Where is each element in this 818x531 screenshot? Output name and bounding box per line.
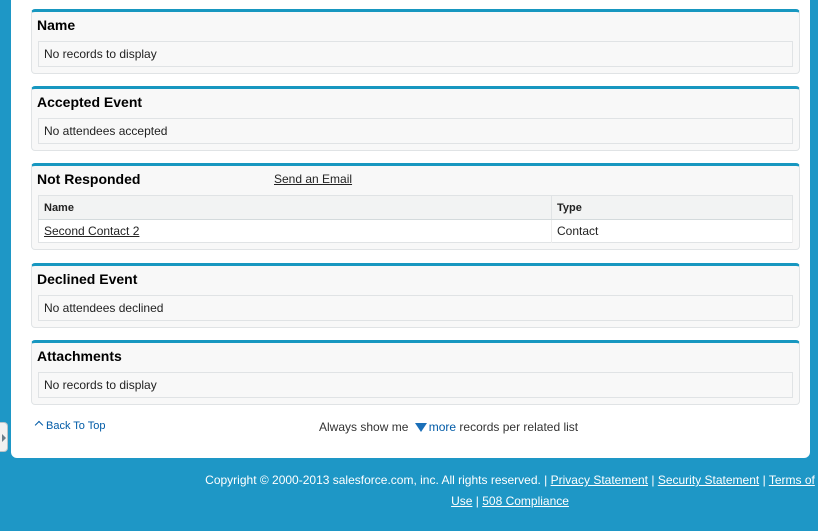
panel-header: Attachments: [32, 343, 799, 372]
copyright-text: Copyright © 2000-2013 salesforce.com, in…: [205, 473, 548, 487]
related-list-footer: Back To Top Always show me more records …: [11, 418, 810, 436]
sidebar-toggle-handle[interactable]: [0, 422, 8, 452]
panel-header: Not Responded Send an Email: [32, 166, 799, 195]
table-cell-type: Contact: [551, 219, 793, 243]
empty-message: No records to display: [38, 372, 793, 398]
table-header-row: Name Type: [38, 195, 793, 220]
contact-link[interactable]: Second Contact 2: [44, 224, 139, 238]
chevron-up-icon: [34, 420, 44, 430]
back-to-top-label: Back To Top: [46, 420, 106, 432]
security-statement-link[interactable]: Security Statement: [658, 473, 759, 487]
send-email-link[interactable]: Send an Email: [274, 172, 352, 186]
related-list-accepted-event: Accepted Event No attendees accepted: [31, 86, 800, 151]
related-list-declined-event: Declined Event No attendees declined: [31, 263, 800, 328]
empty-message: No records to display: [38, 41, 793, 67]
panel-header: Name: [32, 12, 799, 41]
panel-header: Accepted Event: [32, 89, 799, 118]
triangle-right-icon: [2, 434, 6, 442]
separator: |: [475, 494, 479, 508]
related-list-attachments: Attachments No records to display: [31, 340, 800, 405]
column-header-name[interactable]: Name: [38, 195, 552, 220]
panel-title: Accepted Event: [37, 94, 143, 110]
column-header-type[interactable]: Type: [551, 195, 793, 220]
empty-message: No attendees declined: [38, 295, 793, 321]
panel-title: Declined Event: [37, 271, 138, 287]
panel-title: Not Responded: [37, 171, 141, 187]
back-to-top-link[interactable]: Back To Top: [34, 420, 106, 432]
panel-title: Name: [37, 17, 76, 33]
compliance-508-link[interactable]: 508 Compliance: [482, 494, 569, 508]
main-content: Name No records to display Accepted Even…: [11, 0, 810, 458]
table-row: Second Contact 2 Contact: [38, 219, 793, 243]
always-show-suffix: records per related list: [459, 420, 579, 434]
always-show-prefix: Always show me: [319, 420, 409, 434]
copyright-footer: Copyright © 2000-2013 salesforce.com, in…: [200, 470, 818, 512]
related-list-not-responded: Not Responded Send an Email Name Type Se…: [31, 163, 800, 250]
always-show-more: Always show me more records per related …: [319, 420, 578, 434]
separator: |: [651, 473, 655, 487]
empty-message: No attendees accepted: [38, 118, 793, 144]
triangle-down-icon[interactable]: [414, 423, 427, 433]
separator: |: [762, 473, 766, 487]
more-link[interactable]: more: [429, 420, 456, 434]
panel-title: Attachments: [37, 348, 122, 364]
table-cell-name: Second Contact 2: [38, 219, 552, 243]
related-list-name: Name No records to display: [31, 9, 800, 74]
attendees-table: Name Type Second Contact 2 Contact: [38, 195, 793, 243]
privacy-statement-link[interactable]: Privacy Statement: [551, 473, 648, 487]
panel-header: Declined Event: [32, 266, 799, 295]
